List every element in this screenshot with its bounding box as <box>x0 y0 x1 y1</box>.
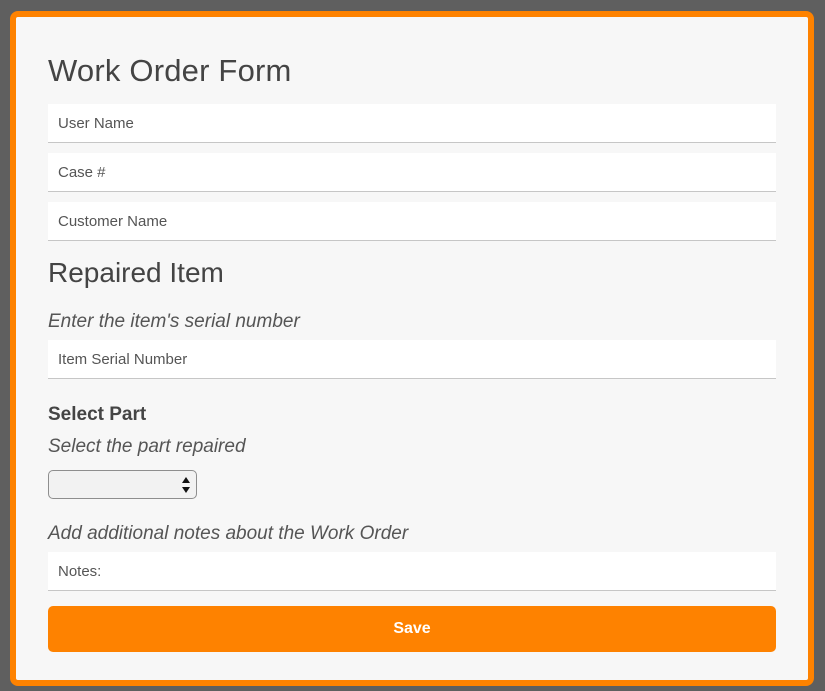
form-title: Work Order Form <box>48 53 292 88</box>
select-arrows-icon <box>182 477 190 493</box>
select-part-hint: Select the part repaired <box>48 436 246 457</box>
notes-input[interactable] <box>48 552 776 591</box>
save-button[interactable]: Save <box>48 606 776 652</box>
notes-hint: Add additional notes about the Work Orde… <box>48 523 409 544</box>
repaired-item-heading: Repaired Item <box>48 257 224 288</box>
work-order-panel: Work Order Form Repaired Item Enter the … <box>10 11 814 686</box>
user-name-input[interactable] <box>48 104 776 143</box>
item-serial-number-input[interactable] <box>48 340 776 379</box>
select-part-label: Select Part <box>48 404 147 425</box>
case-number-input[interactable] <box>48 153 776 192</box>
serial-number-hint: Enter the item's serial number <box>48 311 300 332</box>
customer-name-input[interactable] <box>48 202 776 241</box>
part-select[interactable] <box>48 470 197 499</box>
